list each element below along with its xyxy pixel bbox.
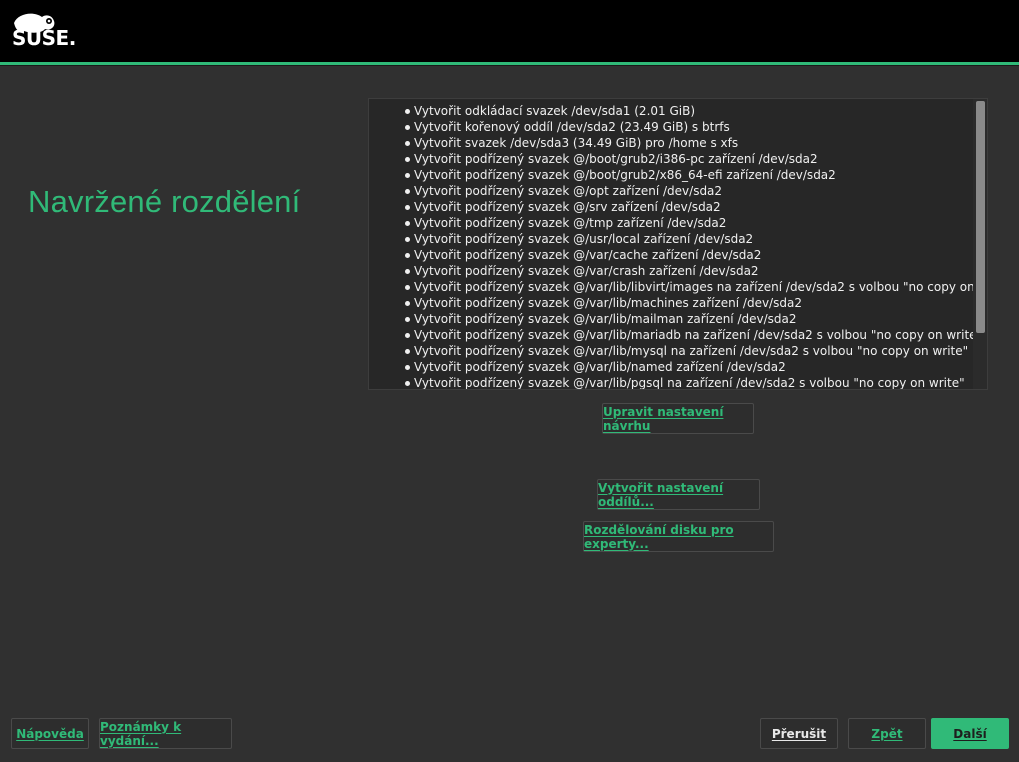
abort-label: Přerušit — [771, 726, 827, 741]
list-item: Vytvořit odkládací svazek /dev/sda1 (2.0… — [405, 103, 987, 119]
suse-logo-text: SUSE. — [12, 26, 76, 50]
guided-setup-label: Vytvořit nastavení oddílů... — [598, 480, 724, 509]
partition-proposal-summary[interactable]: Vytvořit odkládací svazek /dev/sda1 (2.0… — [368, 98, 988, 390]
top-bar: SUSE. — [0, 0, 1019, 62]
list-item: Vytvořit podřízený svazek @/boot/grub2/x… — [405, 167, 987, 183]
release-notes-label: Poznámky k vydání... — [100, 719, 182, 748]
list-item: Vytvořit kořenový oddíl /dev/sda2 (23.49… — [405, 119, 987, 135]
back-label: Zpět — [871, 726, 903, 741]
edit-proposal-settings-label: Upravit nastavení návrhu — [603, 404, 724, 433]
list-item: Vytvořit podřízený svazek @/var/lib/pgsq… — [405, 375, 987, 389]
expert-partitioner-label: Rozdělování disku pro experty... — [584, 522, 734, 551]
list-item: Vytvořit podřízený svazek @/tmp zařízení… — [405, 215, 987, 231]
header-accent-line — [0, 62, 1019, 66]
release-notes-button[interactable]: Poznámky k vydání... — [99, 718, 232, 749]
guided-setup-button[interactable]: Vytvořit nastavení oddílů... — [597, 479, 760, 510]
expert-partitioner-button[interactable]: Rozdělování disku pro experty... — [583, 521, 774, 552]
summary-scrollbar[interactable] — [973, 99, 987, 389]
back-button[interactable]: Zpět — [848, 718, 926, 749]
help-button[interactable]: Nápověda — [11, 718, 89, 749]
list-item: Vytvořit podřízený svazek @/var/lib/mach… — [405, 295, 987, 311]
page-title: Navržené rozdělení — [28, 184, 301, 219]
list-item: Vytvořit podřízený svazek @/var/lib/mail… — [405, 311, 987, 327]
list-item: Vytvořit podřízený svazek @/boot/grub2/i… — [405, 151, 987, 167]
list-item: Vytvořit svazek /dev/sda3 (34.49 GiB) pr… — [405, 135, 987, 151]
help-label: Nápověda — [16, 726, 84, 741]
list-item: Vytvořit podřízený svazek @/var/cache za… — [405, 247, 987, 263]
list-item: Vytvořit podřízený svazek @/var/crash za… — [405, 263, 987, 279]
list-item: Vytvořit podřízený svazek @/var/lib/mari… — [405, 327, 987, 343]
list-item: Vytvořit podřízený svazek @/var/lib/mysq… — [405, 343, 987, 359]
list-item: Vytvořit podřízený svazek @/opt zařízení… — [405, 183, 987, 199]
next-button[interactable]: Další — [931, 718, 1009, 749]
summary-scrollbar-thumb[interactable] — [976, 101, 985, 333]
next-label: Další — [953, 726, 987, 741]
list-item: Vytvořit podřízený svazek @/var/lib/name… — [405, 359, 987, 375]
list-item: Vytvořit podřízený svazek @/srv zařízení… — [405, 199, 987, 215]
list-item: Vytvořit podřízený svazek @/usr/local za… — [405, 231, 987, 247]
list-item: Vytvořit podřízený svazek @/var/lib/libv… — [405, 279, 987, 295]
proposal-action-list: Vytvořit odkládací svazek /dev/sda1 (2.0… — [369, 99, 987, 389]
edit-proposal-settings-button[interactable]: Upravit nastavení návrhu — [602, 403, 754, 434]
abort-button[interactable]: Přerušit — [760, 718, 838, 749]
